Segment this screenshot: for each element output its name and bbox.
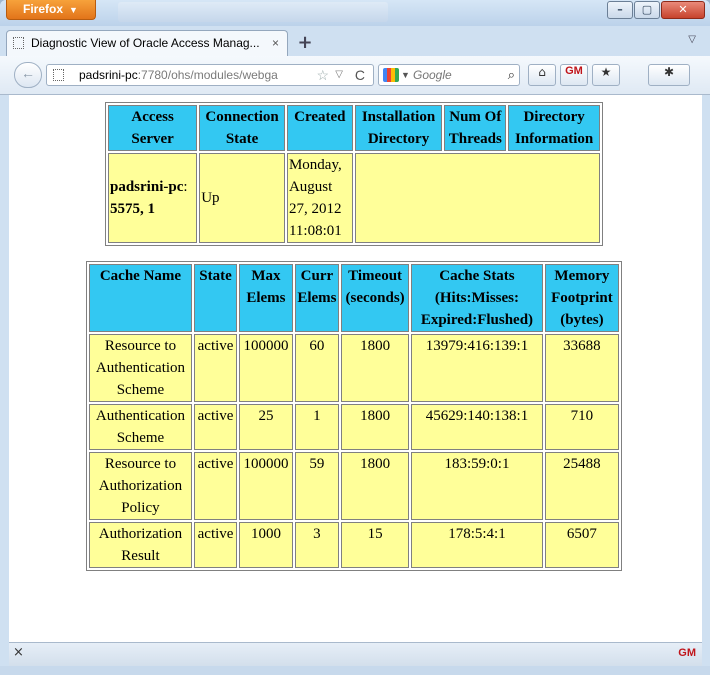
cell-access-server: padsrini-pc: 5575, 1 [108,153,198,243]
access-server-table: Access Server Connection State Created I… [105,102,603,246]
bookmarks-button[interactable]: ★ [592,64,620,86]
gm-status-icon[interactable]: GM [678,647,696,659]
header-access-server: Access Server [108,105,198,151]
cell-timeout: 15 [341,522,410,568]
header-cache-name: Cache Name [89,264,192,332]
search-placeholder: Google [413,68,452,82]
reload-icon[interactable]: C [355,65,365,85]
cell-curr-elems: 3 [294,522,340,568]
browser-window: Firefox ▼ – ▢ ✕ Diagnostic View of Oracle… [0,0,710,675]
engine-dropdown-icon[interactable]: ▼ [401,65,410,85]
table-row: Resource to Authorization Policy active … [89,452,619,520]
history-dropdown-icon[interactable]: ▽ [335,65,343,85]
cell-empty [354,153,600,243]
url-text: padsrini-pc:7780/ohs/modules/webga [79,68,278,82]
search-icon[interactable]: ⌕ [508,65,515,85]
cell-created: Monday, August 27, 2012 11:08:01 [286,153,353,243]
cell-max-elems: 100000 [239,334,293,402]
navigation-toolbar: ← padsrini-pc:7780/ohs/modules/webga ☆ ▽… [0,56,710,95]
list-all-tabs-icon[interactable]: ▽ [688,34,696,45]
header-max-elems: Max Elems [239,264,293,332]
cell-cache-name: Authorization Result [89,522,192,568]
minimize-button[interactable]: – [607,1,633,19]
cell-curr-elems: 60 [294,334,340,402]
cell-state: active [193,452,238,520]
cell-curr-elems: 59 [294,452,340,520]
chevron-down-icon: ▼ [69,5,78,15]
cell-curr-elems: 1 [294,404,340,450]
maximize-button[interactable]: ▢ [634,1,660,19]
table-header-row: Access Server Connection State Created I… [108,105,600,151]
cell-connection-state: Up [199,153,285,243]
addon-button[interactable]: ✱ [648,64,690,86]
close-tab-icon[interactable]: × [272,31,279,55]
cell-timeout: 1800 [341,334,410,402]
header-state: State [193,264,238,332]
header-installation-directory: Installation Directory [354,105,443,151]
site-identity-icon[interactable] [53,69,64,81]
header-curr-elems: Curr Elems [294,264,340,332]
header-timeout: Timeout (seconds) [341,264,410,332]
url-bar[interactable]: padsrini-pc:7780/ohs/modules/webga ☆ ▽ C [46,64,374,86]
page-content: Access Server Connection State Created I… [9,95,702,642]
cell-state: active [193,522,238,568]
tab-bar: Diagnostic View of Oracle Access Manag..… [0,26,710,56]
tab-title: Diagnostic View of Oracle Access Manag..… [31,36,260,50]
cell-memory: 6507 [544,522,619,568]
cell-timeout: 1800 [341,404,410,450]
home-button[interactable]: ⌂ [528,64,556,86]
bookmark-star-icon[interactable]: ☆ [316,65,329,85]
cell-memory: 25488 [544,452,619,520]
gm-extension-button[interactable]: GM [560,64,588,86]
firefox-menu-button[interactable]: Firefox ▼ [6,0,96,20]
window-bottom-frame [0,666,710,675]
cell-cache-stats: 45629:140:138:1 [411,404,543,450]
cell-cache-name: Authentication Scheme [89,404,192,450]
background-window-tab [118,2,388,22]
cell-state: active [193,334,238,402]
header-cache-stats: Cache Stats (Hits:Misses: Expired:Flushe… [411,264,543,332]
header-directory-information: Directory Information [508,105,600,151]
table-row: Authentication Scheme active 25 1 1800 4… [89,404,619,450]
cell-state: active [193,404,238,450]
header-connection-state: Connection State [199,105,285,151]
cell-max-elems: 1000 [239,522,293,568]
table-row: Authorization Result active 1000 3 15 17… [89,522,619,568]
table-row: Resource to Authentication Scheme active… [89,334,619,402]
cell-cache-name: Resource to Authorization Policy [89,452,192,520]
cell-timeout: 1800 [341,452,410,520]
header-num-threads: Num Of Threads [444,105,507,151]
cell-cache-stats: 13979:416:139:1 [411,334,543,402]
page-icon [13,37,24,49]
google-engine-icon[interactable] [383,68,399,82]
firefox-menu-label: Firefox [23,2,64,16]
close-window-button[interactable]: ✕ [661,1,705,19]
header-created: Created [286,105,353,151]
header-memory-footprint: Memory Footprint (bytes) [544,264,619,332]
back-button[interactable]: ← [14,62,42,88]
cell-memory: 710 [544,404,619,450]
close-addon-bar-icon[interactable]: × [13,645,24,660]
cell-max-elems: 100000 [239,452,293,520]
cell-memory: 33688 [544,334,619,402]
search-bar[interactable]: ▼ Google ⌕ [378,64,520,86]
cell-max-elems: 25 [239,404,293,450]
cache-table: Cache Name State Max Elems Curr Elems Ti… [86,261,622,571]
cell-cache-stats: 183:59:0:1 [411,452,543,520]
table-header-row: Cache Name State Max Elems Curr Elems Ti… [89,264,619,332]
table-row: padsrini-pc: 5575, 1 Up Monday, August 27… [108,153,600,243]
tab-diagnostic-view[interactable]: Diagnostic View of Oracle Access Manag..… [6,30,288,56]
new-tab-button[interactable]: + [292,32,318,54]
cell-cache-stats: 178:5:4:1 [411,522,543,568]
title-bar: Firefox ▼ – ▢ ✕ [0,0,710,26]
add-on-bar: × GM [9,642,702,667]
cell-cache-name: Resource to Authentication Scheme [89,334,192,402]
